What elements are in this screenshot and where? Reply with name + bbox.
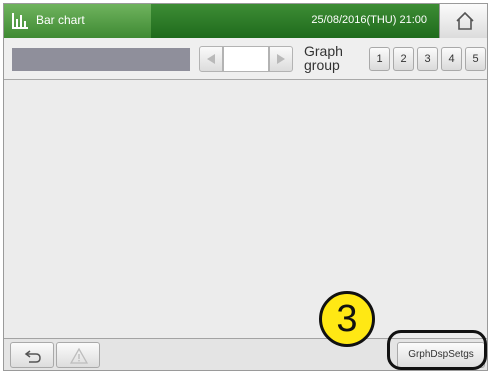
graph-group-label: Graph group [304,43,343,73]
toolbar: Graph group 1 2 3 4 5 [4,38,487,80]
page-title: Bar chart [36,13,85,27]
triangle-left-icon [207,54,215,64]
datetime-display: 25/08/2016(THU) 21:00 [311,14,427,26]
title-bar: Bar chart 25/08/2016(THU) 21:00 [4,4,487,38]
warning-icon [70,348,88,364]
chart-display-area [4,80,487,338]
graph-name-field [12,48,190,71]
title-section: Bar chart [4,4,152,38]
warning-button[interactable] [56,342,100,368]
home-button[interactable] [439,4,487,38]
graph-display-settings-button[interactable]: GrphDspSetgs [397,342,485,368]
group-number-input[interactable] [223,46,269,72]
status-section: 25/08/2016(THU) 21:00 [151,4,439,38]
footer-bar: GrphDspSetgs [4,338,487,370]
triangle-right-icon [277,54,285,64]
group-button-4[interactable]: 4 [441,47,462,71]
callout-number-badge: 3 [319,291,375,347]
group-button-3[interactable]: 3 [417,47,438,71]
group-button-2[interactable]: 2 [393,47,414,71]
previous-group-button[interactable] [199,46,223,72]
group-button-5[interactable]: 5 [465,47,486,71]
home-icon [456,11,474,30]
back-arrow-icon [24,350,41,363]
app-window: Bar chart 25/08/2016(THU) 21:00 Graph gr… [3,3,488,371]
next-group-button[interactable] [269,46,293,72]
group-button-1[interactable]: 1 [369,47,390,71]
bar-chart-icon [11,12,29,30]
back-button[interactable] [10,342,54,368]
